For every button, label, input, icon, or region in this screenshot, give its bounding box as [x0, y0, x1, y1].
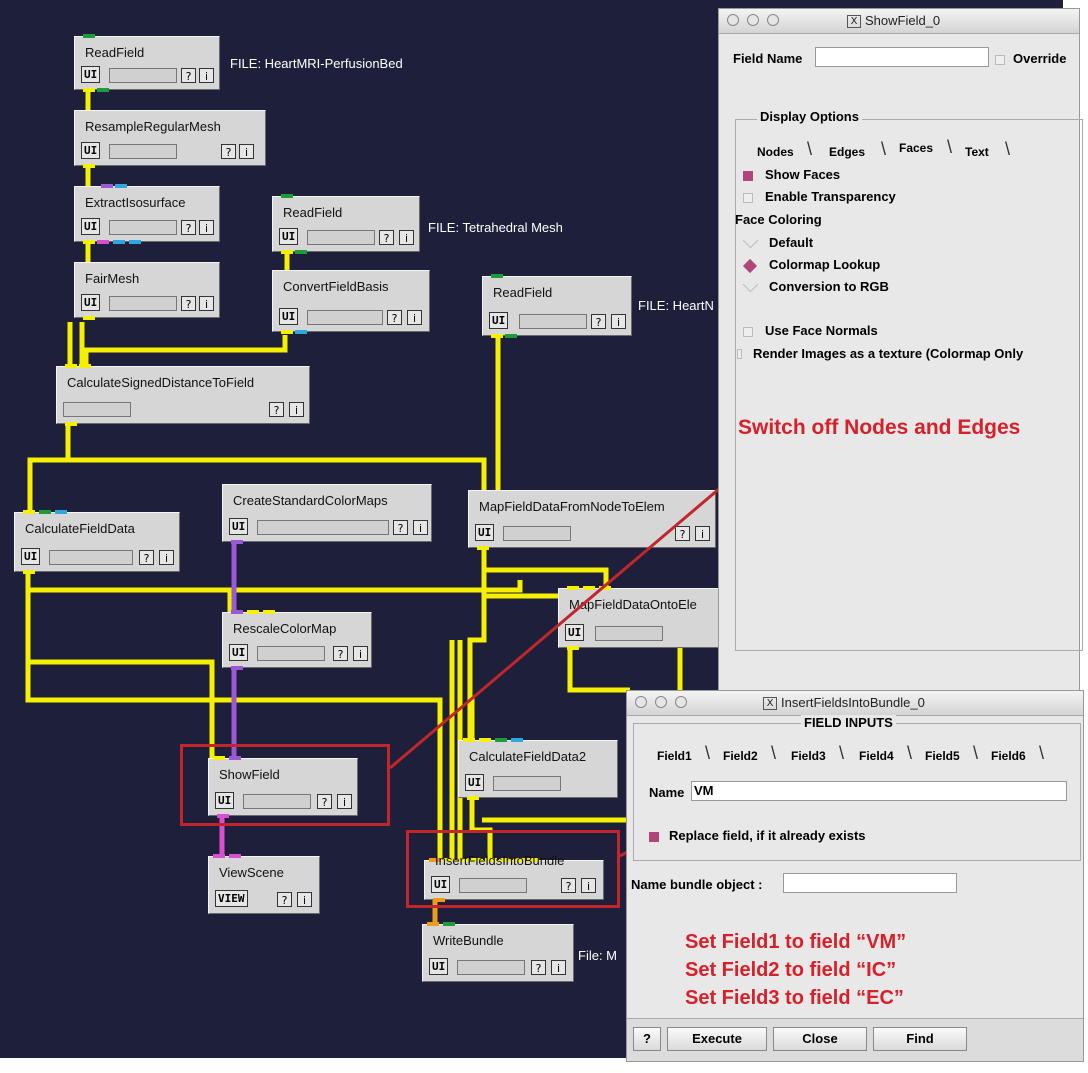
use-face-normals-checkbox[interactable] — [743, 327, 753, 337]
zoom-icon[interactable] — [767, 14, 779, 26]
field-name-input[interactable]: VM — [691, 781, 1067, 801]
conversion-rgb-label: Conversion to RGB — [769, 279, 889, 294]
use-face-normals-label: Use Face Normals — [765, 323, 878, 338]
minimize-icon[interactable] — [747, 14, 759, 26]
tab-text[interactable]: Text — [965, 145, 989, 159]
window-title-text: ShowField_0 — [865, 13, 941, 28]
tab-separator: \ — [947, 137, 953, 157]
field-name-label: Field Name — [733, 51, 803, 66]
tab-field3[interactable]: Field3 — [791, 749, 826, 763]
tab-field2[interactable]: Field2 — [723, 749, 758, 763]
tab-field1[interactable]: Field1 — [657, 749, 692, 763]
colormap-lookup-label: Colormap Lookup — [769, 257, 881, 272]
tab-nodes[interactable]: Nodes — [757, 145, 794, 159]
bundle-name-input[interactable] — [783, 873, 957, 893]
annotation-set-field3: Set Field3 to field “EC” — [685, 987, 904, 1009]
render-images-label: Render Images as a texture (Colormap Onl… — [753, 346, 1024, 361]
tab-separator: \ — [973, 743, 979, 763]
bundle-name-label: Name bundle object : — [631, 877, 763, 892]
render-images-checkbox[interactable] — [737, 349, 742, 359]
tab-edges[interactable]: Edges — [829, 145, 865, 159]
default-label: Default — [769, 235, 814, 250]
zoom-icon[interactable] — [675, 696, 687, 708]
window-title: X InsertFieldsIntoBundle_0 — [763, 695, 925, 710]
replace-field-label: Replace field, if it already exists — [669, 828, 866, 843]
display-options-label: Display Options — [757, 109, 862, 124]
window-title-text: InsertFieldsIntoBundle_0 — [781, 695, 925, 710]
insertfields-window[interactable]: X InsertFieldsIntoBundle_0 FIELD INPUTS F… — [626, 690, 1084, 1062]
tab-separator: \ — [807, 139, 813, 159]
annotation-switch-off: Switch off Nodes and Edges — [738, 416, 1021, 439]
window-titlebar[interactable]: X InsertFieldsIntoBundle_0 — [627, 691, 1083, 716]
tab-field6[interactable]: Field6 — [991, 749, 1026, 763]
tab-separator: \ — [907, 743, 913, 763]
find-button[interactable]: Find — [873, 1027, 967, 1051]
enable-transparency-label: Enable Transparency — [765, 189, 896, 204]
close-icon[interactable] — [635, 696, 647, 708]
annotation-set-field1: Set Field1 to field “VM” — [685, 931, 907, 953]
override-label: Override — [1013, 51, 1067, 66]
show-faces-checkbox[interactable] — [743, 171, 753, 181]
tab-separator: \ — [771, 743, 777, 763]
tab-separator: \ — [1005, 139, 1011, 159]
x11-icon: X — [847, 15, 861, 28]
showfield-window[interactable]: X ShowField_0 Field Name Override Display… — [718, 8, 1083, 696]
tab-separator: \ — [839, 743, 845, 763]
tab-faces[interactable]: Faces — [899, 141, 933, 155]
x11-icon: X — [763, 697, 777, 710]
tab-field5[interactable]: Field5 — [925, 749, 960, 763]
window-title: X ShowField_0 — [847, 13, 940, 28]
tab-field4[interactable]: Field4 — [859, 749, 894, 763]
enable-transparency-checkbox[interactable] — [743, 193, 753, 203]
tab-separator: \ — [881, 139, 887, 159]
field-inputs-label: FIELD INPUTS — [801, 715, 896, 730]
tab-separator: \ — [1039, 743, 1045, 763]
face-coloring-label: Face Coloring — [735, 212, 822, 227]
override-checkbox[interactable] — [995, 55, 1005, 65]
name-label: Name — [649, 785, 685, 800]
show-faces-label: Show Faces — [765, 167, 841, 182]
close-button[interactable]: Close — [773, 1027, 867, 1051]
tab-separator: \ — [705, 743, 711, 763]
field-name-input[interactable] — [815, 47, 989, 67]
execute-button[interactable]: Execute — [667, 1027, 767, 1051]
close-icon[interactable] — [727, 14, 739, 26]
minimize-icon[interactable] — [655, 696, 667, 708]
replace-field-checkbox[interactable] — [649, 832, 659, 842]
help-button[interactable]: ? — [633, 1027, 661, 1051]
window-titlebar[interactable]: X ShowField_0 — [719, 9, 1079, 34]
annotation-set-field2: Set Field2 to field “IC” — [685, 959, 897, 981]
